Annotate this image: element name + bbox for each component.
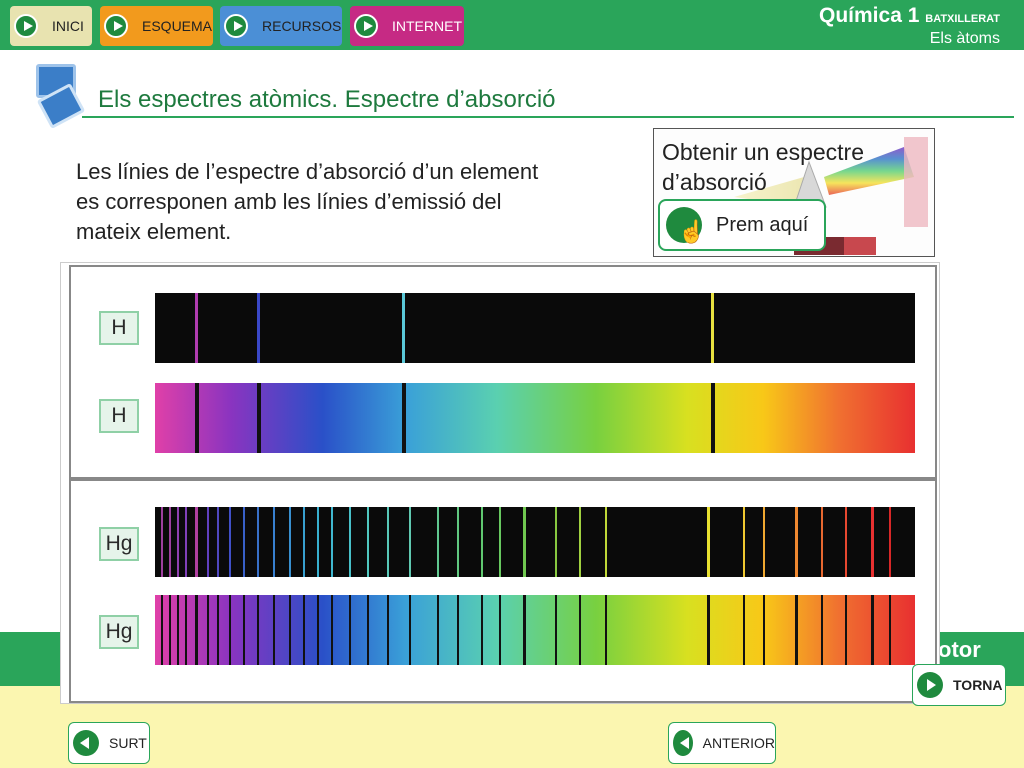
h-absorption-spectrum [155, 383, 915, 453]
hg-emission-spectrum [155, 507, 915, 577]
unit-title: Els àtoms [929, 30, 1000, 47]
recursos-button[interactable]: RECURSOS [220, 6, 342, 46]
surt-button[interactable]: SURT [68, 722, 150, 764]
play-icon [224, 14, 248, 38]
prem-aqui-button[interactable]: ☝ Prem aquí [658, 199, 826, 251]
back-arrow-icon [673, 730, 693, 756]
link-box-title: Obtenir un espectre d’absorció [662, 139, 865, 195]
title-divider [82, 116, 1014, 118]
element-label-h-absorption: H [99, 399, 139, 433]
play-icon [104, 14, 128, 38]
esquema-label: ESQUEMA [142, 18, 213, 34]
mercury-panel: Hg Hg [69, 479, 937, 703]
course-title: Química 1 BATXILLERAT [819, 4, 1000, 27]
publisher-logo: otor [938, 637, 981, 662]
internet-button[interactable]: INTERNET [350, 6, 464, 46]
recursos-label: RECURSOS [262, 18, 342, 34]
prem-aqui-label: Prem aquí [716, 213, 809, 236]
page-title: Els espectres atòmics. Espectre d’absorc… [98, 86, 556, 113]
anterior-label: ANTERIOR [702, 735, 775, 751]
play-icon [14, 14, 38, 38]
play-icon [917, 672, 943, 698]
brand: Química 1 BATXILLERAT Els àtoms [819, 4, 1000, 48]
element-label-h-emission: H [99, 311, 139, 345]
surt-label: SURT [109, 735, 147, 751]
h-emission-spectrum [155, 293, 915, 363]
inici-label: INICI [52, 18, 84, 34]
back-arrow-icon [73, 730, 99, 756]
spectra-figure: H H Hg Hg [60, 262, 940, 704]
esquema-button[interactable]: ESQUEMA [100, 6, 213, 46]
hydrogen-panel: H H [69, 265, 937, 479]
torna-button[interactable]: TORNA [912, 664, 1006, 706]
play-icon [354, 14, 378, 38]
pointer-hand-icon: ☝ [666, 207, 705, 244]
anterior-button[interactable]: ANTERIOR [668, 722, 776, 764]
course-level: BATXILLERAT [925, 13, 1000, 25]
element-label-hg-emission: Hg [99, 527, 139, 561]
body-text: Les línies de l’espectre d’absorció d’un… [76, 159, 539, 244]
slides-icon [32, 62, 88, 134]
torna-label: TORNA [953, 677, 1003, 693]
element-label-hg-absorption: Hg [99, 615, 139, 649]
internet-label: INTERNET [392, 18, 462, 34]
top-bar: INICI ESQUEMA RECURSOS INTERNET Química … [0, 0, 1024, 50]
absorption-link-box[interactable]: Obtenir un espectre d’absorció ☝ Prem aq… [653, 128, 935, 257]
hg-absorption-spectrum [155, 595, 915, 665]
inici-button[interactable]: INICI [10, 6, 92, 46]
